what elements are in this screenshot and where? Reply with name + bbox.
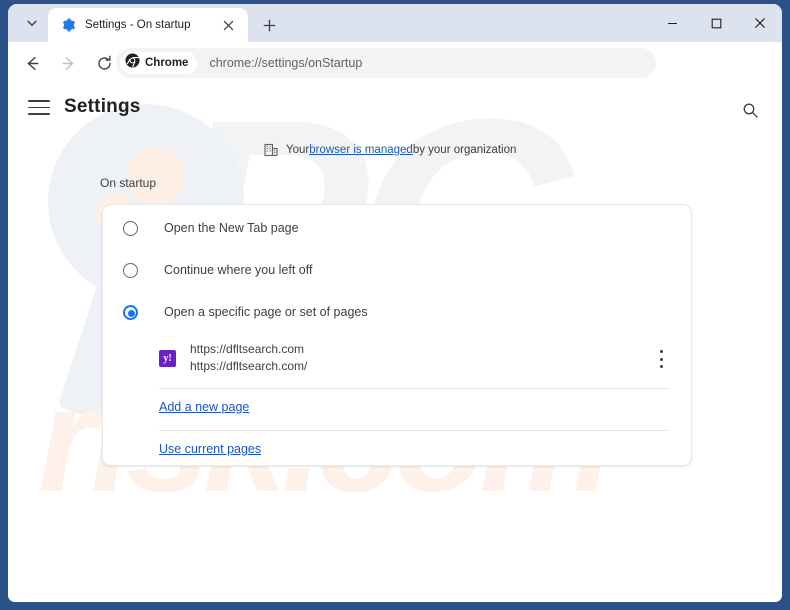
divider [159,430,669,431]
site-favicon: y! [159,349,176,367]
window-controls [650,4,782,42]
managed-prefix: Your [286,144,310,156]
gear-icon [60,17,76,33]
tab-search-icon[interactable] [18,10,46,36]
browser-window: Settings - On startup Chrome chrome://se… [8,4,782,602]
radio-label: Open the New Tab page [164,221,299,235]
use-current-pages-row[interactable]: Use current pages [159,442,261,456]
settings-page: PC risk.com Settings [8,84,782,602]
tab-title: Settings - On startup [85,19,191,31]
divider [159,388,669,389]
close-icon[interactable] [220,17,236,33]
radio-option-new-tab[interactable]: Open the New Tab page [103,213,299,243]
new-tab-button[interactable] [256,12,282,38]
radio-label: Continue where you left off [164,263,313,277]
startup-page-row[interactable]: y! https://dfltsearch.com https://dfltse… [103,335,691,381]
address-bar[interactable]: Chrome chrome://settings/onStartup [116,48,656,78]
building-icon [264,143,278,157]
chrome-chip-label: Chrome [145,57,189,69]
radio-option-continue[interactable]: Continue where you left off [103,255,312,285]
section-label: On startup [100,176,157,190]
radio-icon-selected[interactable] [123,304,138,320]
use-current-pages-link[interactable]: Use current pages [159,442,261,456]
startup-page-url: https://dfltsearch.com/ [190,359,308,373]
browser-toolbar: Chrome chrome://settings/onStartup [8,42,782,114]
settings-header: Settings [8,84,782,132]
startup-page-title: https://dfltsearch.com [190,341,305,356]
managed-banner: Your browser is managed by your organiza… [264,143,516,157]
hamburger-menu-icon[interactable] [28,100,50,116]
back-button[interactable] [17,48,47,78]
managed-suffix: by your organization [412,144,517,156]
radio-icon[interactable] [123,262,138,278]
managed-link[interactable]: browser is managed [309,144,413,156]
minimize-button[interactable] [650,4,694,42]
maximize-button[interactable] [694,4,738,42]
radio-icon[interactable] [123,220,138,236]
radio-label: Open a specific page or set of pages [164,305,368,319]
tab-strip: Settings - On startup [8,4,782,42]
reload-button[interactable] [89,48,119,78]
startup-page-menu-icon[interactable] [653,350,669,368]
on-startup-card: Open the New Tab page Continue where you… [102,204,692,466]
search-icon[interactable] [738,98,762,122]
address-bar-url: chrome://settings/onStartup [209,56,363,70]
tab-settings[interactable]: Settings - On startup [48,8,248,42]
add-new-page-link[interactable]: Add a new page [159,400,249,414]
forward-button[interactable] [53,48,83,78]
add-new-page-row[interactable]: Add a new page [159,400,249,414]
close-button[interactable] [738,4,782,42]
chrome-logo-icon [125,53,140,73]
page-title: Settings [64,96,141,117]
radio-option-specific-pages[interactable]: Open a specific page or set of pages [103,297,368,327]
chrome-chip: Chrome [120,52,198,74]
